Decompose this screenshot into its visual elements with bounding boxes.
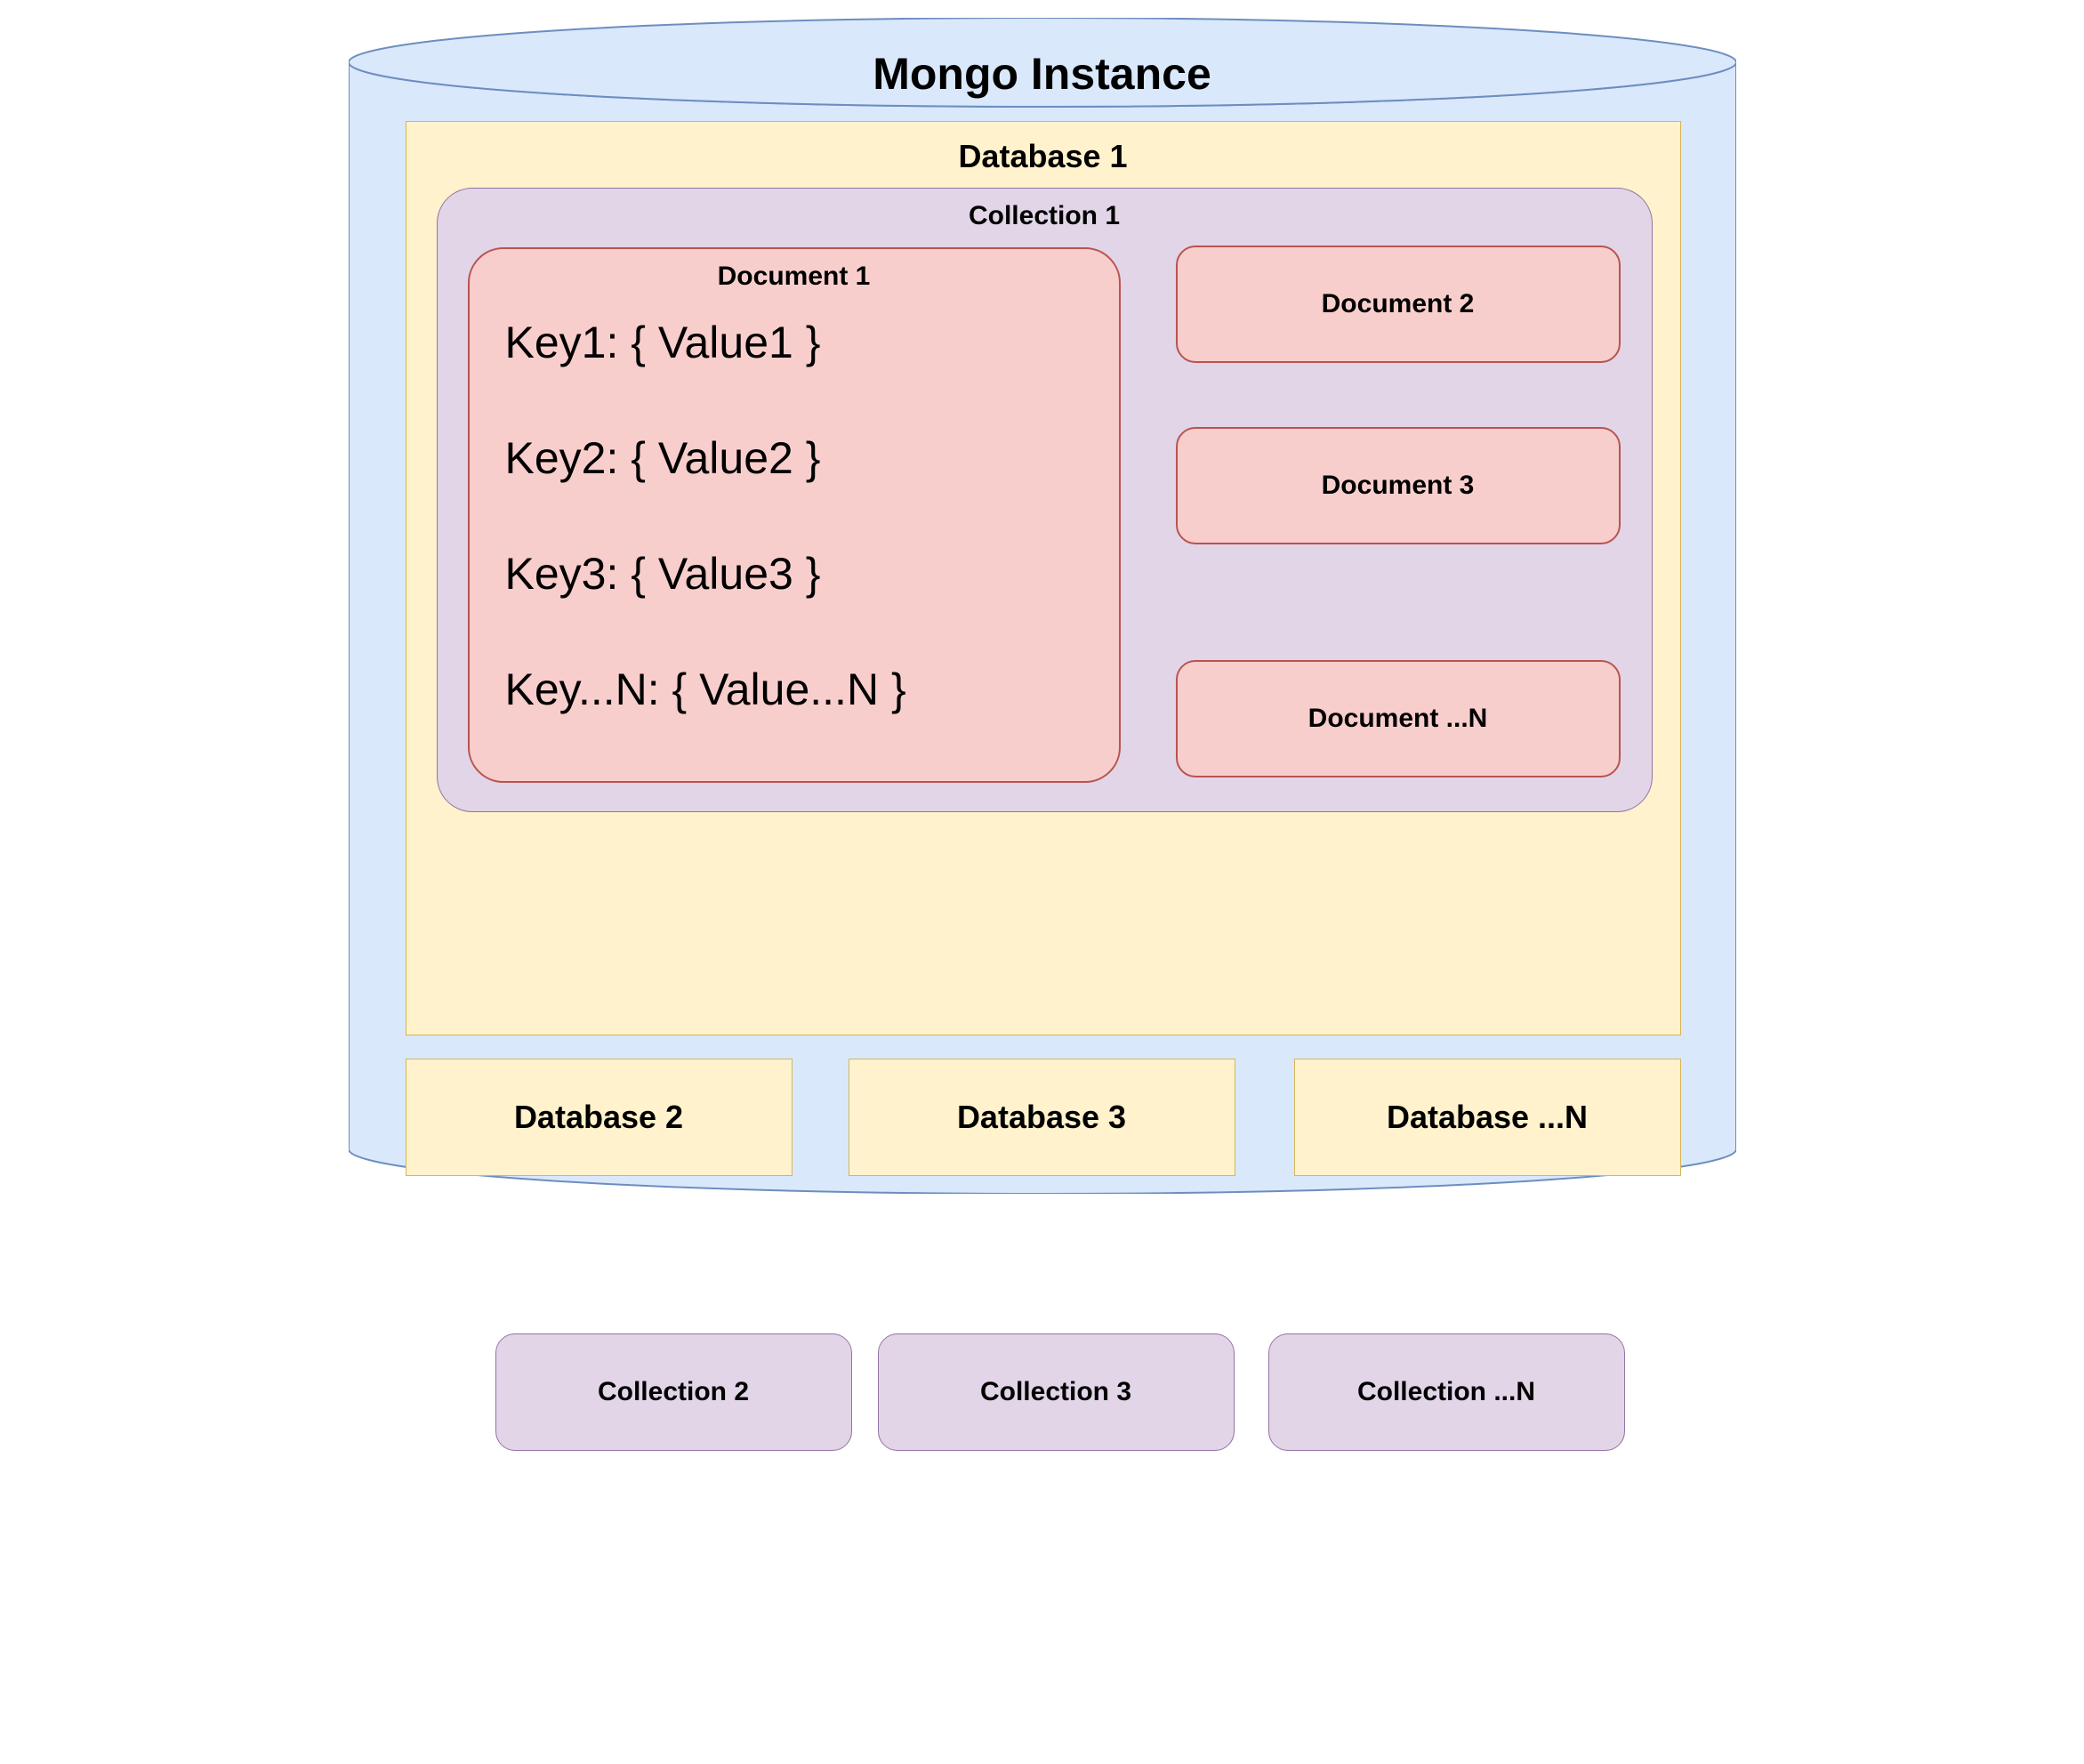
collection-3-label: Collection 3 (980, 1377, 1131, 1407)
document-n-box: Document ...N (1176, 660, 1621, 777)
databases-row: Database 2 Database 3 Database ...N (406, 1059, 1681, 1176)
collection-n-label: Collection ...N (1357, 1377, 1535, 1407)
diagram-canvas: Mongo Instance Database 1 Collection 1 D… (349, 18, 1736, 1194)
database-3-box: Database 3 (849, 1059, 1235, 1176)
key-value-1: Key1: { Value1 } (505, 320, 906, 365)
database-3-label: Database 3 (957, 1099, 1126, 1136)
key-value-n: Key...N: { Value...N } (505, 667, 906, 712)
database-1-title: Database 1 (406, 138, 1680, 175)
key-value-3: Key3: { Value3 } (505, 552, 906, 596)
mongo-instance-cylinder: Mongo Instance Database 1 Collection 1 D… (349, 18, 1736, 1194)
collection-1-title: Collection 1 (438, 201, 1652, 231)
document-1-box: Document 1 Key1: { Value1 } Key2: { Valu… (468, 247, 1121, 783)
collection-3-box: Collection 3 (878, 1333, 1235, 1451)
document-3-box: Document 3 (1176, 427, 1621, 544)
database-1-box: Database 1 Collection 1 Document 1 Key1:… (406, 121, 1681, 1035)
document-3-label: Document 3 (1322, 471, 1475, 501)
collection-1-box: Collection 1 Document 1 Key1: { Value1 }… (437, 188, 1653, 812)
document-n-label: Document ...N (1308, 704, 1488, 734)
collection-2-label: Collection 2 (598, 1377, 749, 1407)
key-value-2: Key2: { Value2 } (505, 436, 906, 480)
collections-row: Collection 2 Collection 3 Collection ...… (406, 882, 1680, 999)
collection-2-box: Collection 2 (495, 1333, 852, 1451)
document-2-label: Document 2 (1322, 289, 1475, 319)
database-2-box: Database 2 (406, 1059, 793, 1176)
database-2-label: Database 2 (514, 1099, 683, 1136)
collection-n-box: Collection ...N (1268, 1333, 1625, 1451)
document-1-keys: Key1: { Value1 } Key2: { Value2 } Key3: … (505, 320, 906, 712)
document-2-box: Document 2 (1176, 246, 1621, 363)
document-1-title: Document 1 (470, 262, 1119, 292)
instance-title: Mongo Instance (349, 48, 1736, 100)
database-n-box: Database ...N (1294, 1059, 1681, 1176)
database-n-label: Database ...N (1387, 1099, 1588, 1136)
